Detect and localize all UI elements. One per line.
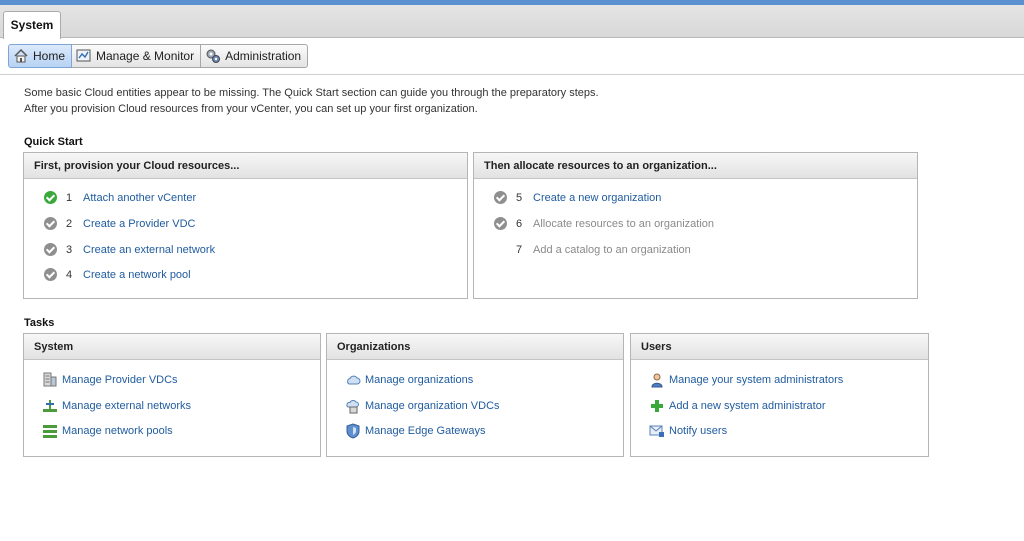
plus-icon <box>649 398 665 414</box>
add-catalog-link: Add a catalog to an organization <box>533 243 691 256</box>
step-number: 1 <box>66 191 73 204</box>
create-network-pool-link[interactable]: Create a network pool <box>83 269 191 281</box>
edge-gateway-icon <box>345 423 361 439</box>
home-button[interactable]: Home <box>8 44 73 68</box>
create-provider-vdc-link[interactable]: Create a Provider VDC <box>83 218 196 230</box>
step-number: 3 <box>66 243 73 256</box>
manage-system-admins-link[interactable]: Manage your system administrators <box>649 372 843 388</box>
step-6: 6 Allocate resources to an organization <box>494 217 714 230</box>
notify-users-link[interactable]: Notify users <box>649 423 727 439</box>
main-toolbar: Home Manage & Monitor Administration <box>8 44 309 68</box>
check-pending-icon <box>44 217 57 230</box>
manage-provider-vdcs-link[interactable]: Manage Provider VDCs <box>42 372 178 388</box>
task-label: Manage your system administrators <box>669 374 844 386</box>
step-1: 1 Attach another vCenter <box>44 191 196 204</box>
system-tasks-title: System <box>24 334 320 360</box>
manage-edge-gateways-link[interactable]: Manage Edge Gateways <box>345 423 485 439</box>
task-label: Manage network pools <box>62 425 173 437</box>
check-done-icon <box>44 191 57 204</box>
monitor-icon <box>76 48 92 64</box>
allocate-panel-title: Then allocate resources to an organizati… <box>474 153 917 179</box>
step-7: 7 Add a catalog to an organization <box>494 243 691 256</box>
home-icon <box>13 48 29 64</box>
check-pending-icon <box>44 268 57 281</box>
step-number: 6 <box>516 217 523 230</box>
manage-org-vdcs-link[interactable]: Manage organization VDCs <box>345 398 500 414</box>
provision-panel: First, provision your Cloud resources...… <box>23 152 468 299</box>
manage-monitor-button[interactable]: Manage & Monitor <box>71 44 202 68</box>
add-system-admin-link[interactable]: Add a new system administrator <box>649 398 826 414</box>
tab-system[interactable]: System <box>3 11 61 39</box>
organizations-tasks-title: Organizations <box>327 334 623 360</box>
notify-icon <box>649 423 665 439</box>
allocate-panel: Then allocate resources to an organizati… <box>473 152 918 299</box>
task-label: Manage external networks <box>62 400 192 412</box>
allocate-resources-link: Allocate resources to an organization <box>533 217 714 230</box>
external-network-icon <box>42 398 58 414</box>
manage-external-networks-link[interactable]: Manage external networks <box>42 398 191 414</box>
step-number: 5 <box>516 191 523 204</box>
manage-monitor-label: Manage & Monitor <box>96 49 195 63</box>
intro-line-1: Some basic Cloud entities appear to be m… <box>24 87 599 99</box>
toolbar-divider <box>0 74 1024 75</box>
check-pending-icon <box>44 243 57 256</box>
create-organization-link[interactable]: Create a new organization <box>533 192 661 204</box>
task-label: Manage organizations <box>365 374 474 386</box>
step-number: 2 <box>66 217 73 230</box>
step-2: 2 Create a Provider VDC <box>44 217 196 230</box>
check-pending-icon <box>494 217 507 230</box>
step-4: 4 Create a network pool <box>44 268 191 281</box>
user-icon <box>649 372 665 388</box>
provider-vdc-icon <box>42 372 58 388</box>
task-label: Manage Edge Gateways <box>365 425 486 437</box>
intro-line-2: After you provision Cloud resources from… <box>24 103 478 115</box>
top-bar: System <box>0 0 1024 39</box>
organizations-tasks-panel: Organizations Manage organizations Manag… <box>326 333 624 457</box>
task-label: Add a new system administrator <box>669 400 826 412</box>
provision-panel-title: First, provision your Cloud resources... <box>24 153 467 179</box>
step-number: 4 <box>66 268 73 281</box>
step-3: 3 Create an external network <box>44 243 215 256</box>
check-pending-icon <box>494 191 507 204</box>
users-tasks-title: Users <box>631 334 928 360</box>
task-label: Manage Provider VDCs <box>62 374 178 386</box>
users-tasks-panel: Users Manage your system administrators … <box>630 333 929 457</box>
attach-vcenter-link[interactable]: Attach another vCenter <box>83 192 196 204</box>
manage-network-pools-link[interactable]: Manage network pools <box>42 423 173 439</box>
network-pool-icon <box>42 423 58 439</box>
quick-start-heading: Quick Start <box>24 136 83 148</box>
task-label: Manage organization VDCs <box>365 400 500 412</box>
manage-organizations-link[interactable]: Manage organizations <box>345 372 473 388</box>
org-vdc-icon <box>345 398 361 414</box>
tasks-heading: Tasks <box>24 317 55 329</box>
intro-text: Some basic Cloud entities appear to be m… <box>24 85 599 117</box>
administration-button[interactable]: Administration <box>200 44 309 68</box>
check-placeholder <box>494 243 507 256</box>
administration-label: Administration <box>225 49 302 63</box>
task-label: Notify users <box>669 425 728 437</box>
administration-gear-icon <box>205 48 221 64</box>
create-external-network-link[interactable]: Create an external network <box>83 244 215 256</box>
step-5: 5 Create a new organization <box>494 191 661 204</box>
cloud-icon <box>345 372 361 388</box>
system-tasks-panel: System Manage Provider VDCs Manage exter… <box>23 333 321 457</box>
home-button-label: Home <box>33 49 66 63</box>
step-number: 7 <box>516 243 523 256</box>
